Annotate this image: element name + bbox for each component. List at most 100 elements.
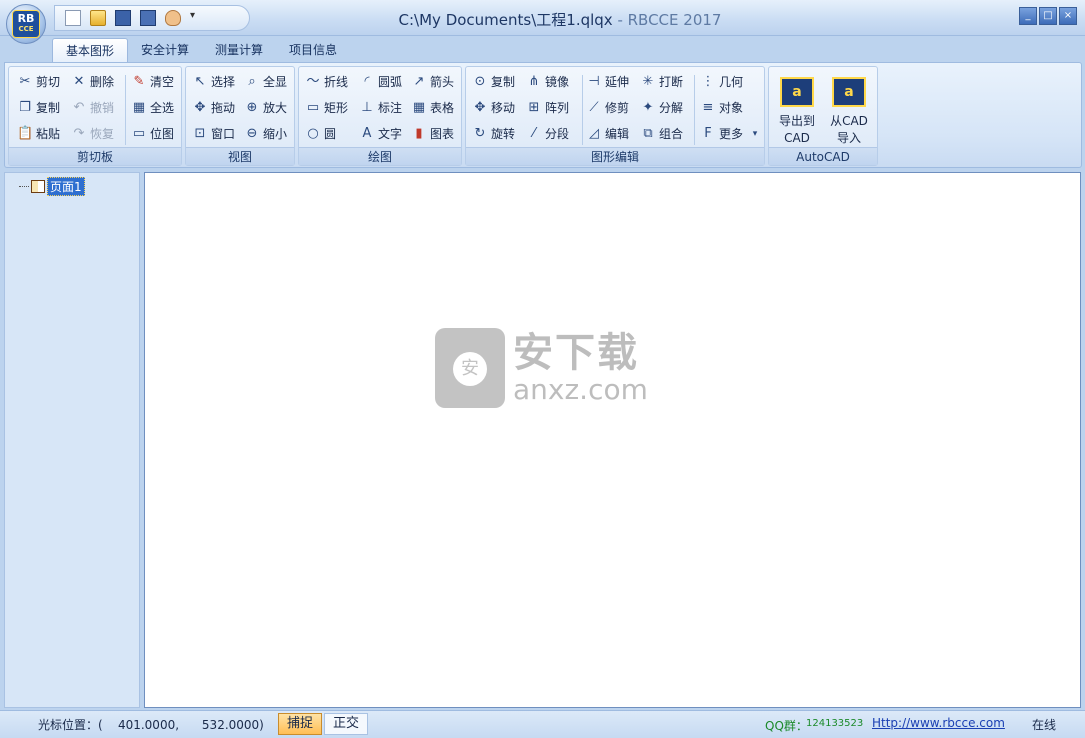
open-folder-icon[interactable] [90, 10, 106, 26]
select-button[interactable]: ↖ 选择 [192, 71, 235, 93]
drawing-canvas[interactable]: 安下载 anxz.com [144, 172, 1081, 708]
cut-button[interactable]: ✂ 剪切 [17, 71, 60, 93]
group-button[interactable]: ⧉ 组合 [640, 123, 683, 145]
page-tree-panel: 页面1 [4, 172, 140, 708]
shield-icon [435, 328, 505, 408]
tab-safety-calc[interactable]: 安全计算 [128, 38, 202, 62]
tree-item-page[interactable]: 页面1 [19, 177, 85, 196]
import-cad-button[interactable]: a 从CAD 导入 [825, 73, 873, 147]
bitmap-button[interactable]: ▭ 位图 [131, 123, 174, 145]
mirror-icon: ⋔ [528, 74, 540, 89]
export-cad-button[interactable]: a 导出到 CAD [773, 73, 821, 147]
website-link[interactable]: Http://www.rbcce.com [872, 716, 1005, 730]
document-path: C:\My Documents\工程1.qlqx [398, 11, 613, 29]
paste-button[interactable]: 📋 粘贴 [17, 123, 60, 145]
trim-icon: ⟋ [589, 100, 599, 115]
chart-button[interactable]: ▮ 图表 [411, 123, 454, 145]
dimension-button[interactable]: ⊥ 标注 [359, 97, 402, 119]
geometry-button[interactable]: ⋮ 几何 [700, 71, 744, 93]
clear-button[interactable]: ✎ 清空 [131, 71, 174, 93]
table-icon: ▦ [412, 100, 426, 115]
rectangle-button[interactable]: ▭ 矩形 [305, 97, 348, 119]
copy-icon: ❐ [19, 100, 31, 115]
rotate-icon: ↻ [474, 126, 486, 141]
more-button[interactable]: F 更多 ▾ [700, 123, 766, 145]
maximize-button[interactable]: □ [1039, 7, 1057, 25]
broom-icon: ✎ [133, 74, 145, 89]
app-menu-button[interactable]: RB CCE [6, 4, 46, 44]
group-label: 剪切板 [9, 147, 181, 165]
cursor-position: 光标位置：( 401.0000, 532.0000) [38, 718, 264, 732]
import-cad-icon: a [832, 77, 866, 107]
app-brand: - RBCCE 2017 [612, 11, 722, 29]
zoom-in-button[interactable]: ⊕ 放大 [244, 97, 287, 119]
quick-access-toolbar: ▾ [54, 5, 250, 31]
edit-button[interactable]: ◿ 编辑 [586, 123, 629, 145]
select-all-button[interactable]: ▦ 全选 [131, 97, 174, 119]
more-icon: F [704, 126, 712, 141]
customize-toolbar-icon[interactable]: ▾ [190, 10, 195, 26]
delete-button[interactable]: ✕ 删除 [71, 71, 114, 93]
break-icon: ✳ [642, 74, 654, 89]
extend-button[interactable]: ⊣ 延伸 [586, 71, 629, 93]
fit-all-button[interactable]: ⌕ 全显 [244, 71, 287, 93]
divide-icon: ⁄ [532, 126, 536, 141]
polyline-button[interactable]: 〜折线 [305, 71, 348, 93]
edit-copy-button[interactable]: ⊙ 复制 [472, 71, 515, 93]
save-icon[interactable] [115, 10, 131, 26]
ortho-toggle[interactable]: 正交 [324, 713, 368, 735]
snap-toggle[interactable]: 捕捉 [278, 713, 322, 735]
select-all-icon: ▦ [132, 100, 146, 115]
pan-button[interactable]: ✥ 拖动 [192, 97, 235, 119]
move-button[interactable]: ✥ 移动 [472, 97, 515, 119]
window-title: C:\My Documents\工程1.qlqx - RBCCE 2017 [300, 9, 820, 30]
zoom-out-icon: ⊖ [246, 126, 258, 141]
arrow-button[interactable]: ↗ 箭头 [411, 71, 454, 93]
extend-icon: ⊣ [588, 74, 600, 89]
window-zoom-button[interactable]: ⊡ 窗口 [192, 123, 235, 145]
rotate-button[interactable]: ↻ 旋转 [472, 123, 515, 145]
array-button[interactable]: ⊞ 阵列 [526, 97, 569, 119]
redo-button[interactable]: ↷ 恢复 [71, 123, 114, 145]
hand-icon[interactable] [165, 10, 181, 26]
polyline-icon: 〜 [306, 74, 320, 89]
new-file-icon[interactable] [65, 10, 81, 26]
dimension-icon: ⊥ [361, 100, 373, 115]
bar-chart-icon: ▮ [415, 126, 423, 141]
logo-text: RB [17, 12, 35, 25]
trim-button[interactable]: ⟋ 修剪 [586, 97, 629, 119]
monitor-icon: ▭ [132, 126, 146, 141]
copy-button[interactable]: ❐ 复制 [17, 97, 60, 119]
close-button[interactable]: × [1059, 7, 1077, 25]
tab-project-info[interactable]: 项目信息 [276, 38, 350, 62]
explode-button[interactable]: ✦ 分解 [640, 97, 683, 119]
copy-shape-icon: ⊙ [474, 74, 486, 89]
tree-connector [19, 186, 29, 187]
zoom-out-button[interactable]: ⊖ 缩小 [244, 123, 287, 145]
group-label: 图形编辑 [466, 147, 764, 165]
circle-button[interactable]: ○ 圆 [305, 123, 336, 145]
arc-button[interactable]: ◜ 圆弧 [359, 71, 402, 93]
tab-survey-calc[interactable]: 测量计算 [202, 38, 276, 62]
group-icon: ⧉ [643, 126, 653, 141]
title-bar: ▾ C:\My Documents\工程1.qlqx - RBCCE 2017 … [0, 0, 1085, 36]
minimize-button[interactable]: _ [1019, 7, 1037, 25]
chevron-down-icon: ▾ [752, 129, 758, 139]
tab-basic-shapes[interactable]: 基本图形 [52, 38, 129, 62]
qq-label: QQ群： [765, 719, 808, 733]
online-status: 在线 [1032, 718, 1057, 732]
save-as-icon[interactable] [140, 10, 156, 26]
group-label: 视图 [186, 147, 294, 165]
text-icon: A [362, 126, 372, 141]
geometry-icon: ⋮ [701, 74, 715, 89]
text-button[interactable]: A 文字 [359, 123, 402, 145]
divide-button[interactable]: ⁄ 分段 [526, 123, 569, 145]
array-icon: ⊞ [528, 100, 540, 115]
separator [694, 75, 695, 145]
arrow-icon: ↗ [413, 74, 425, 89]
mirror-button[interactable]: ⋔ 镜像 [526, 71, 569, 93]
undo-button[interactable]: ↶ 撤销 [71, 97, 114, 119]
break-button[interactable]: ✳ 打断 [640, 71, 683, 93]
object-button[interactable]: ≡ 对象 [700, 97, 743, 119]
table-button[interactable]: ▦ 表格 [411, 97, 454, 119]
